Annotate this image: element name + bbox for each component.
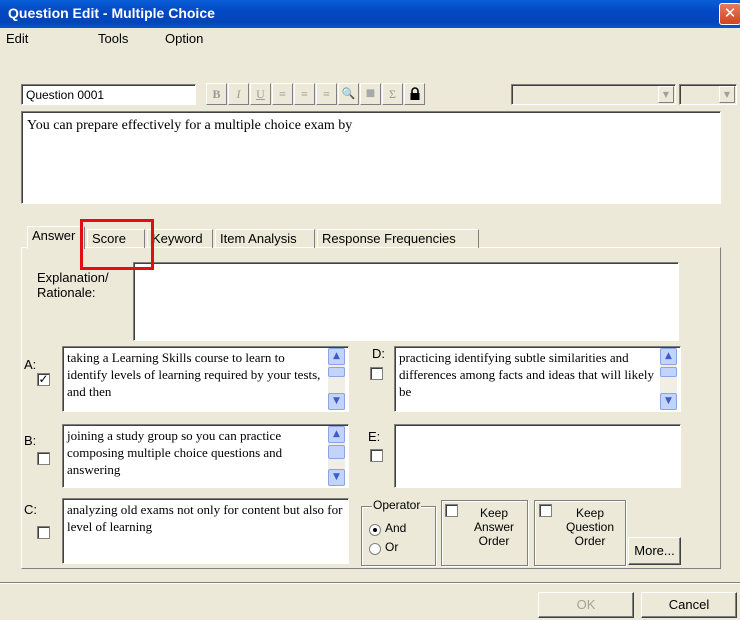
zoom-icon[interactable]: 🔍 (338, 83, 359, 105)
scroll-thumb[interactable] (328, 445, 345, 459)
operator-and-label[interactable]: And (385, 521, 406, 535)
cancel-button[interactable]: Cancel (641, 592, 737, 618)
lock-icon[interactable] (404, 83, 425, 105)
answer-b-label: B: (24, 433, 37, 448)
tab-keyword[interactable]: Keyword (147, 229, 213, 248)
size-combo[interactable]: ▼ (679, 84, 737, 105)
scroll-up-icon[interactable]: ▲ (660, 348, 677, 365)
answer-b-text[interactable]: joining a study group so you can practic… (62, 424, 349, 488)
answer-b-checkbox[interactable] (37, 452, 50, 465)
italic-icon[interactable]: I (228, 83, 249, 105)
color-icon[interactable]: ■ (360, 83, 381, 105)
scroll-down-icon[interactable]: ▼ (328, 469, 345, 486)
answer-d-checkbox[interactable] (370, 367, 383, 380)
tab-answer[interactable]: Answer (27, 226, 85, 249)
question-text-editor[interactable]: You can prepare effectively for a multip… (21, 111, 721, 204)
sigma-icon[interactable]: Σ (382, 83, 403, 105)
bold-icon[interactable]: B (206, 83, 227, 105)
operator-legend: Operator (372, 498, 422, 512)
highlight-box (80, 219, 154, 270)
scroll-thumb[interactable] (660, 367, 677, 377)
align-center-icon[interactable]: ≡ (294, 83, 315, 105)
answer-d-label: D: (372, 346, 385, 361)
operator-or-radio[interactable] (369, 543, 381, 555)
title-bar[interactable]: Question Edit - Multiple Choice ✕ (0, 0, 740, 28)
tab-item-analysis[interactable]: Item Analysis (215, 229, 315, 248)
operator-group (361, 506, 436, 566)
answer-a-text[interactable]: taking a Learning Skills course to learn… (62, 346, 349, 412)
explanation-label: Explanation/ Rationale: (37, 270, 109, 300)
question-edit-window: Question Edit - Multiple Choice ✕ Edit T… (0, 0, 740, 620)
menu-bar: Edit Tools Option (0, 28, 740, 48)
more-button[interactable]: More... (628, 537, 681, 565)
answer-b-value: joining a study group so you can practic… (67, 428, 283, 477)
answer-e-label: E: (368, 429, 381, 444)
answer-a-label: A: (24, 357, 37, 372)
ok-button[interactable]: OK (538, 592, 634, 618)
underline-icon[interactable]: U (250, 83, 271, 105)
menu-option[interactable]: Option (165, 31, 203, 46)
close-icon[interactable]: ✕ (719, 3, 740, 25)
answer-a-checkbox[interactable]: ✓ (37, 373, 50, 386)
answer-c-label: C: (24, 502, 37, 517)
operator-or-label[interactable]: Or (385, 540, 398, 554)
answer-d-scrollbar[interactable]: ▲ ▼ (660, 348, 677, 410)
menu-tools[interactable]: Tools (98, 31, 128, 46)
scroll-thumb[interactable] (328, 367, 345, 377)
answer-b-scrollbar[interactable]: ▲ ▼ (328, 426, 345, 486)
align-right-icon[interactable]: ≡ (316, 83, 337, 105)
question-name-field[interactable]: Question 0001 (21, 84, 196, 105)
answer-e-text[interactable] (394, 424, 681, 488)
scroll-down-icon[interactable]: ▼ (660, 393, 677, 410)
chevron-down-icon[interactable]: ▼ (658, 86, 674, 103)
window-title: Question Edit - Multiple Choice (8, 5, 215, 21)
keep-question-order-checkbox[interactable] (539, 504, 552, 517)
explanation-field[interactable] (133, 262, 679, 341)
keep-answer-order-label[interactable]: Keep Answer Order (464, 506, 524, 548)
answer-a-scrollbar[interactable]: ▲ ▼ (328, 348, 345, 410)
menu-edit[interactable]: Edit (6, 31, 28, 46)
align-left-icon[interactable]: ≡ (272, 83, 293, 105)
scroll-down-icon[interactable]: ▼ (328, 393, 345, 410)
tab-response-frequencies[interactable]: Response Frequencies (317, 229, 479, 248)
font-combo[interactable]: ▼ (511, 84, 676, 105)
keep-answer-order-checkbox[interactable] (445, 504, 458, 517)
answer-c-checkbox[interactable] (37, 526, 50, 539)
operator-and-radio[interactable] (369, 524, 381, 536)
answer-d-text[interactable]: practicing identifying subtle similariti… (394, 346, 681, 412)
answer-e-checkbox[interactable] (370, 449, 383, 462)
keep-question-order-label[interactable]: Keep Question Order (558, 506, 622, 548)
scroll-up-icon[interactable]: ▲ (328, 426, 345, 443)
answer-d-value: practicing identifying subtle similariti… (399, 350, 654, 399)
chevron-down-icon[interactable]: ▼ (719, 86, 735, 103)
scroll-up-icon[interactable]: ▲ (328, 348, 345, 365)
answer-a-value: taking a Learning Skills course to learn… (67, 350, 321, 399)
check-icon: ✓ (38, 372, 49, 386)
divider (0, 582, 740, 584)
answer-c-text[interactable]: analyzing old exams not only for content… (62, 498, 349, 564)
